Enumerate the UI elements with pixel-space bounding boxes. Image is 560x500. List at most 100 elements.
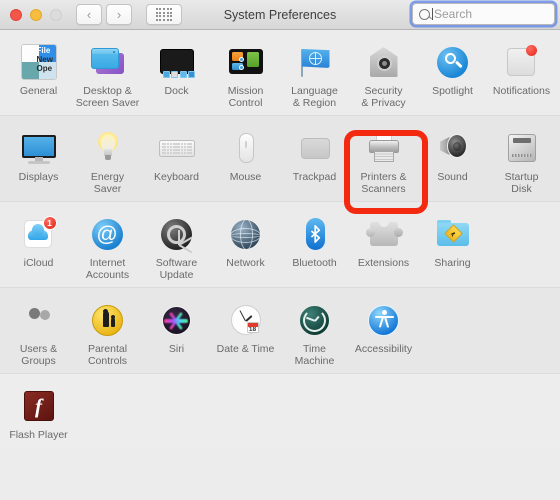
pane-label: Sound [437, 171, 468, 183]
pane-language-region[interactable]: Language & Region [280, 38, 349, 109]
pane-label: Trackpad [292, 171, 337, 183]
parental-controls-icon [89, 301, 127, 339]
search-field[interactable]: Search [412, 3, 555, 25]
pane-energy-saver[interactable]: Energy Saver [73, 124, 142, 195]
internet-accounts-icon: @ [89, 215, 127, 253]
minimize-button[interactable] [30, 8, 42, 21]
pane-label: Desktop & Screen Saver [75, 85, 140, 109]
pane-row: Displays Energy Saver Keyboard Mouse Tra… [0, 115, 560, 201]
pane-label: Accessibility [354, 343, 413, 355]
show-all-button[interactable] [146, 4, 182, 25]
pane-row: File New Ope General Desktop & Screen Save… [0, 30, 560, 115]
pane-internet-accounts[interactable]: @ Internet Accounts [73, 210, 142, 281]
pane-trackpad[interactable]: Trackpad [280, 124, 349, 195]
close-button[interactable] [10, 8, 22, 21]
pane-security-privacy[interactable]: Security & Privacy [349, 38, 418, 109]
pane-desktop-screen-saver[interactable]: Desktop & Screen Saver [73, 38, 142, 109]
system-preferences-window: ‹ › System Preferences Search File New O… [0, 0, 560, 500]
displays-icon [20, 129, 58, 167]
pane-label: Mission Control [227, 85, 264, 109]
pane-label: Spotlight [432, 85, 473, 97]
pane-dock[interactable]: Dock [142, 38, 211, 109]
sharing-icon [434, 215, 472, 253]
trackpad-icon [296, 129, 334, 167]
notifications-icon [503, 43, 541, 81]
window-titlebar: ‹ › System Preferences Search [0, 0, 560, 30]
network-icon [227, 215, 265, 253]
navigation-buttons: ‹ › [76, 4, 132, 25]
pane-mouse[interactable]: Mouse [211, 124, 280, 195]
pane-label: Energy Saver [90, 171, 125, 195]
security-privacy-icon [365, 43, 403, 81]
pane-accessibility[interactable]: Accessibility [349, 296, 418, 367]
pane-row: f Flash Player [0, 373, 560, 448]
pane-label: Network [226, 257, 265, 269]
pane-row: 1 iCloud @ Internet Accounts Software Up… [0, 201, 560, 287]
pane-software-update[interactable]: Software Update [142, 210, 211, 281]
notification-badge [525, 45, 537, 56]
spotlight-icon [434, 43, 472, 81]
pane-siri[interactable]: Siri [142, 296, 211, 367]
desktop-screensaver-icon [89, 43, 127, 81]
pane-label: Security & Privacy [361, 85, 406, 109]
icloud-badge: 1 [42, 216, 57, 230]
pane-sharing[interactable]: Sharing [418, 210, 487, 281]
pane-sound[interactable]: Sound [418, 124, 487, 195]
pane-label: Keyboard [154, 171, 199, 183]
forward-button[interactable]: › [106, 4, 132, 25]
chevron-left-icon: ‹ [86, 7, 92, 22]
pane-mission-control[interactable]: Mission Control [211, 38, 280, 109]
keyboard-icon [158, 129, 196, 167]
pane-users-groups[interactable]: Users & Groups [4, 296, 73, 367]
pane-label: iCloud [23, 257, 54, 269]
pane-flash-player[interactable]: f Flash Player [4, 382, 73, 442]
startup-disk-icon [503, 129, 541, 167]
pane-bluetooth[interactable]: Bluetooth [280, 210, 349, 281]
pane-label: Bluetooth [292, 257, 337, 269]
bluetooth-icon [296, 215, 334, 253]
zoom-button [50, 8, 62, 21]
pane-parental-controls[interactable]: Parental Controls [73, 296, 142, 367]
pane-notifications[interactable]: Notifications [487, 38, 556, 109]
pane-label: Software Update [155, 257, 198, 281]
pane-label: Notifications [492, 85, 551, 97]
printers-scanners-icon [365, 129, 403, 167]
pane-spotlight[interactable]: Spotlight [418, 38, 487, 109]
search-placeholder: Search [434, 7, 473, 21]
pane-startup-disk[interactable]: Startup Disk [487, 124, 556, 195]
date-time-icon: 18 [227, 301, 265, 339]
pane-general[interactable]: File New Ope General [4, 38, 73, 109]
pane-label: Dock [164, 85, 189, 97]
chevron-right-icon: › [116, 7, 122, 22]
general-icon: File New Ope [20, 44, 57, 80]
pane-label: Mouse [229, 171, 262, 183]
extensions-icon [365, 215, 403, 253]
grid-dots-icon [155, 8, 173, 21]
sound-icon [434, 129, 472, 167]
mouse-icon [227, 129, 265, 167]
pane-label: Siri [168, 343, 185, 355]
back-button[interactable]: ‹ [76, 4, 102, 25]
pane-date-time[interactable]: 18 Date & Time [211, 296, 280, 367]
pane-label: Sharing [434, 257, 471, 269]
siri-icon [158, 301, 196, 339]
icloud-icon: 1 [20, 215, 58, 253]
software-update-icon [158, 215, 196, 254]
pane-displays[interactable]: Displays [4, 124, 73, 195]
pane-row: Users & Groups Parental Controls Siri 18… [0, 287, 560, 373]
energy-saver-icon [89, 129, 127, 167]
search-icon [419, 8, 430, 20]
pane-time-machine[interactable]: Time Machine [280, 296, 349, 367]
pane-printers-scanners[interactable]: Printers & Scanners [349, 124, 418, 195]
mission-control-icon [227, 43, 265, 81]
pane-icloud[interactable]: 1 iCloud [4, 210, 73, 281]
pane-label: Time Machine [294, 343, 335, 367]
pane-extensions[interactable]: Extensions [349, 210, 418, 281]
pane-keyboard[interactable]: Keyboard [142, 124, 211, 195]
pane-label: Internet Accounts [85, 257, 130, 281]
preference-panes-grid: File New Ope General Desktop & Screen Save… [0, 30, 560, 448]
pane-label: Date & Time [216, 343, 275, 355]
users-groups-icon [20, 301, 58, 339]
time-machine-icon [296, 301, 334, 339]
pane-network[interactable]: Network [211, 210, 280, 281]
